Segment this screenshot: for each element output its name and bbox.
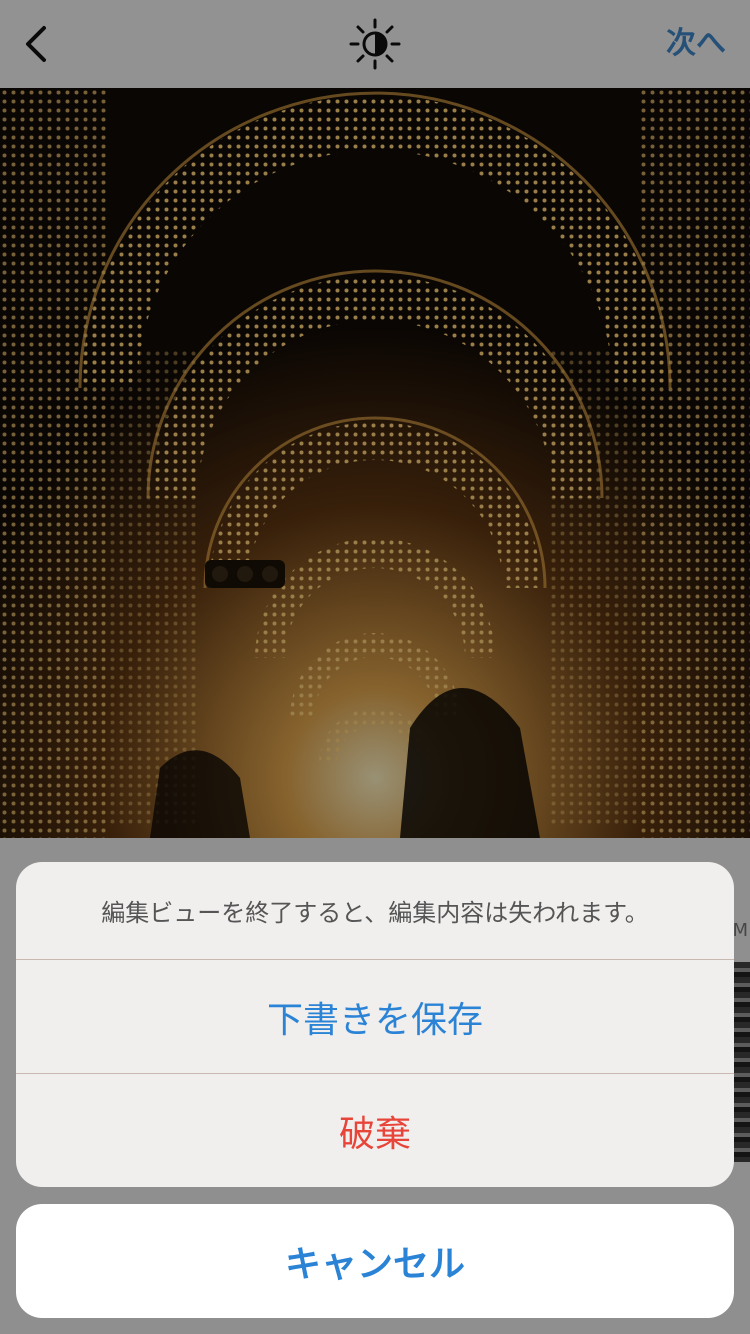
action-sheet-message: 編集ビューを終了すると、編集内容は失われます。 <box>16 862 734 960</box>
save-draft-button[interactable]: 下書きを保存 <box>16 960 734 1074</box>
cancel-button[interactable]: キャンセル <box>16 1204 734 1318</box>
discard-button[interactable]: 破棄 <box>16 1074 734 1187</box>
action-sheet: 編集ビューを終了すると、編集内容は失われます。 下書きを保存 破棄 <box>16 862 734 1187</box>
